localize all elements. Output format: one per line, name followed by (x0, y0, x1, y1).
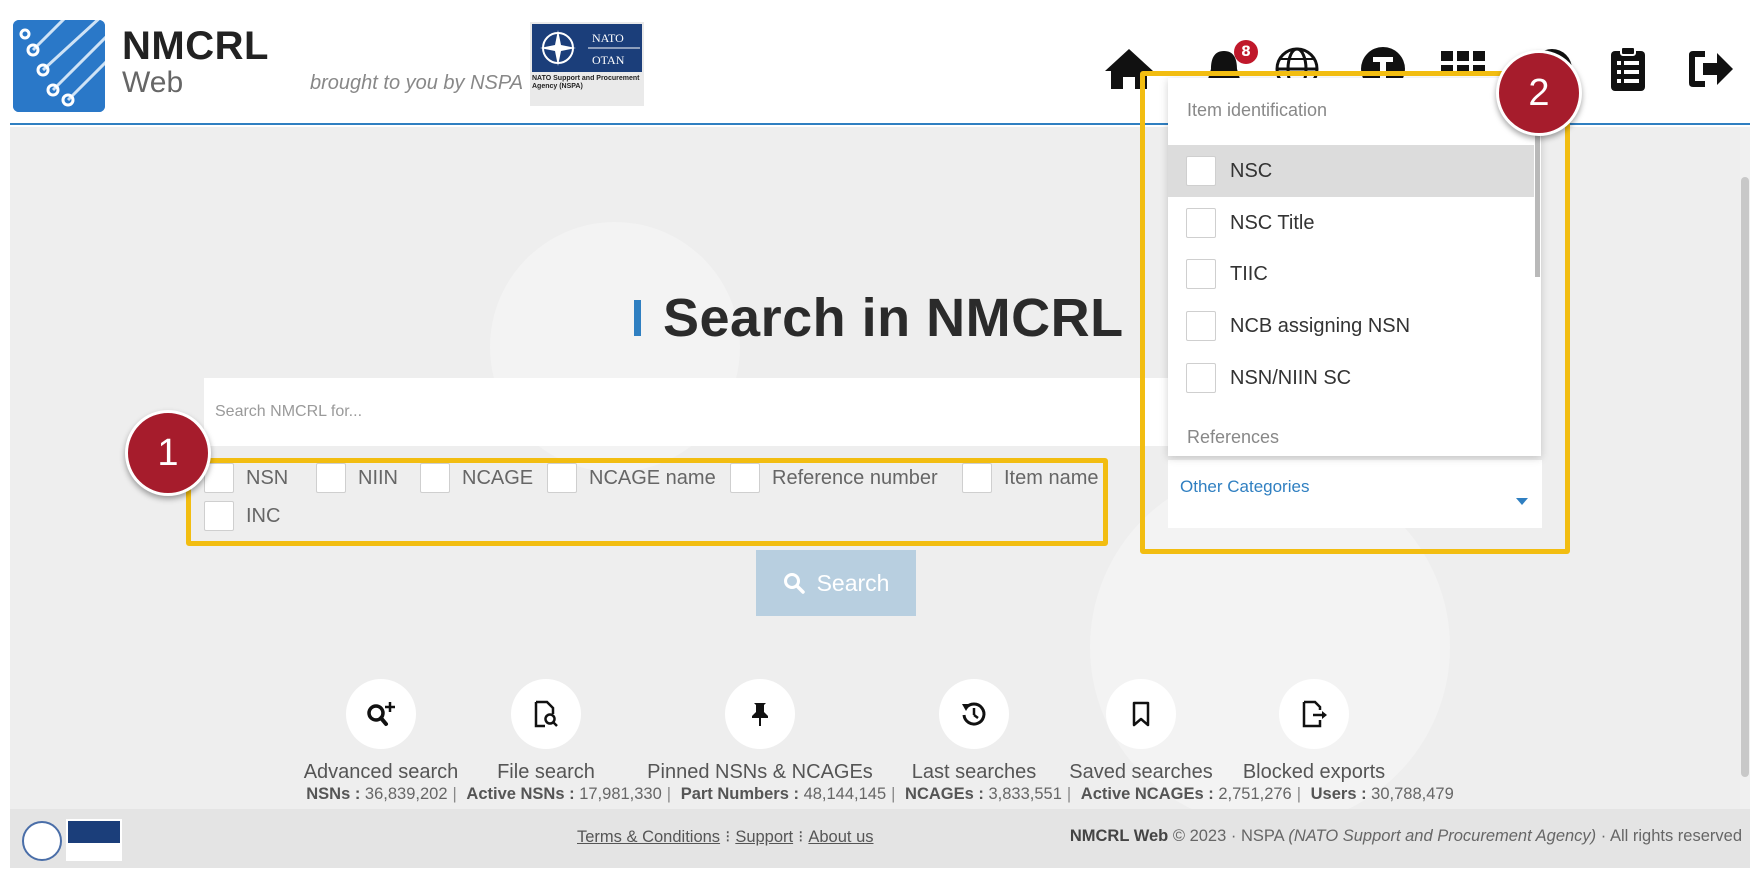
quick-link-label: Saved searches (1069, 761, 1213, 783)
stat-value: 30,788,479 (1371, 785, 1454, 803)
footer-rights: · All rights reserved (1600, 827, 1742, 845)
quick-link-label: Last searches (911, 761, 1037, 783)
quick-link-blocked-exports[interactable]: Blocked exports (1234, 679, 1394, 784)
stat-label: NCAGEs : (905, 785, 984, 803)
quick-link-circle[interactable] (346, 679, 416, 749)
quick-link-saved-searches[interactable]: Saved searches (1066, 679, 1216, 784)
footer-agency: (NATO Support and Procurement Agency) (1288, 827, 1597, 845)
statistics-bar: NSNs : 36,839,202 | Active NSNs : 17,981,… (306, 785, 1454, 803)
pin-icon (752, 703, 768, 726)
clipboard-icon[interactable] (1606, 44, 1650, 94)
page-title-text: Search in NMCRL (663, 288, 1124, 348)
notification-badge: 8 (1234, 40, 1258, 64)
terms-link[interactable]: Terms & Conditions (577, 828, 720, 846)
footer-brand: NMCRL Web (1069, 827, 1169, 845)
footer-copyright: © 2023 · NSPA (1172, 827, 1284, 845)
annotation-highlight-2 (1140, 71, 1570, 554)
about-link[interactable]: About us (808, 828, 873, 846)
nspa-text: NATO Support and Procurement Agency (NSP… (532, 75, 640, 90)
quick-link-advanced-search[interactable]: Advanced search (296, 679, 466, 784)
annotation-marker-2: 2 (1496, 50, 1582, 136)
title-accent-bar (634, 300, 641, 336)
scrollbar-thumb[interactable] (1741, 177, 1749, 777)
advanced-search-icon (367, 702, 395, 726)
nmcrl-logo[interactable] (13, 20, 105, 112)
search-button-label: Search (816, 569, 890, 596)
quick-link-circle[interactable] (939, 679, 1009, 749)
search-input[interactable] (204, 378, 1214, 446)
export-icon (1302, 700, 1327, 728)
logout-icon[interactable] (1686, 44, 1736, 94)
quick-link-file-search[interactable]: File search (491, 679, 601, 784)
nato-mini-logo (66, 819, 122, 861)
otan-text: OTAN (592, 53, 625, 67)
annotation-marker-1: 1 (125, 410, 211, 496)
nato-nspa-logo: NATO OTAN NATO Support and Procurement A… (530, 22, 644, 106)
quick-link-circle[interactable] (1106, 679, 1176, 749)
history-icon (962, 702, 986, 726)
bookmark-icon (1132, 701, 1150, 727)
stat-label: Active NSNs : (466, 785, 575, 803)
stat-value: 3,833,551 (988, 785, 1062, 803)
stat-label: Users : (1310, 785, 1367, 803)
search-icon (783, 573, 805, 594)
quick-link-pinned[interactable]: Pinned NSNs & NCAGEs (640, 679, 880, 784)
annotation-highlight-1 (186, 458, 1108, 546)
quick-link-label: Advanced search (303, 761, 459, 783)
agency-seal-icon (22, 821, 62, 861)
quick-link-last-searches[interactable]: Last searches (904, 679, 1044, 784)
brought-by-text: brought to you by NSPA (310, 72, 524, 94)
page-title: Search in NMCRL (634, 287, 1124, 349)
stat-label: Active NCAGEs : (1080, 785, 1214, 803)
stat-value: 48,144,145 (803, 785, 887, 803)
page-scrollbar[interactable] (1740, 127, 1750, 809)
support-link[interactable]: Support (735, 828, 793, 846)
search-button[interactable]: Search (756, 550, 916, 616)
brand-title: NMCRL (122, 24, 269, 68)
page-footer: Terms & Conditions ⁝ Support ⁝ About us NMCR… (10, 809, 1750, 868)
brand-subtitle: Web (122, 66, 184, 99)
stat-label: NSNs : (306, 785, 361, 803)
stat-value: 36,839,202 (364, 785, 448, 803)
quick-link-circle[interactable] (1279, 679, 1349, 749)
quick-link-label: Pinned NSNs & NCAGEs (647, 761, 873, 783)
quick-link-circle[interactable] (725, 679, 795, 749)
stat-label: Part Numbers : (680, 785, 799, 803)
footer-links: Terms & Conditions ⁝ Support ⁝ About us (577, 828, 874, 846)
copyright-text: NMCRL Web © 2023 · NSPA (NATO Support an… (1070, 827, 1742, 846)
nato-text: NATO (592, 31, 624, 45)
quick-link-circle[interactable] (511, 679, 581, 749)
quick-link-label: File search (497, 761, 595, 783)
stat-value: 17,981,330 (579, 785, 662, 803)
quick-link-label: Blocked exports (1242, 761, 1386, 783)
file-search-icon (534, 700, 558, 728)
stat-value: 2,751,276 (1218, 785, 1292, 803)
